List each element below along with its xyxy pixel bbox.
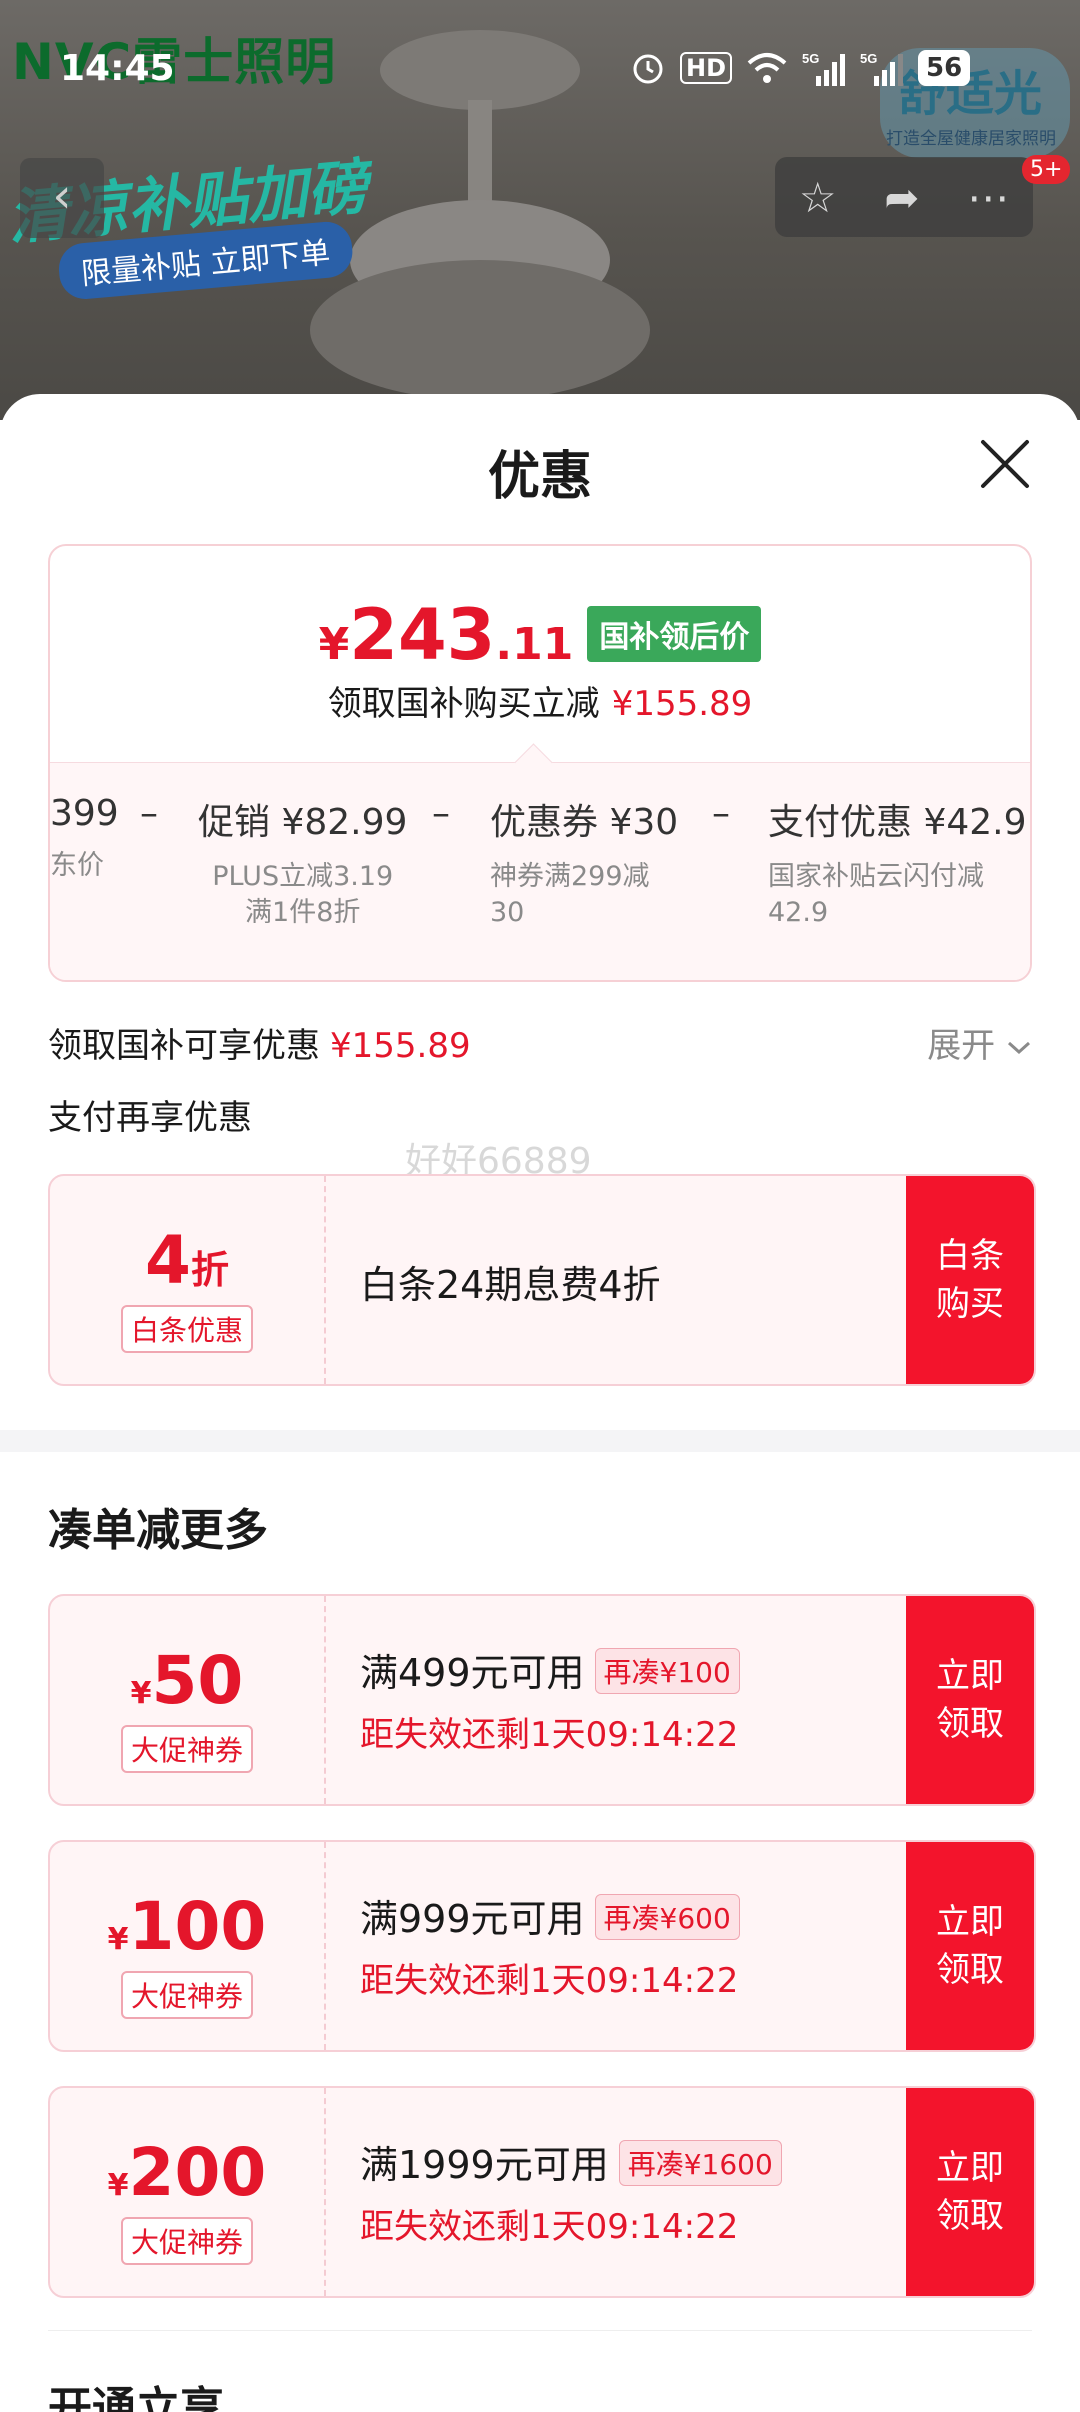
coupon-condition: 满999元可用 再凑¥600 [360,1888,740,1943]
coupon-info: 满499元可用 再凑¥100 距失效还剩1天09:14:22 [360,1642,740,1756]
coupon-divider [324,1596,326,1804]
svg-text:5G: 5G [802,51,819,66]
minus-sign: – [712,793,730,834]
baitiao-text: 白条24期息费4折 [360,1263,661,1307]
coupon-countdown: 距失效还剩1天09:14:22 [360,1961,739,2001]
back-button[interactable]: ‹ [20,158,104,238]
coupon-info: 满1999元可用 再凑¥1600 距失效还剩1天09:14:22 [360,2134,782,2248]
coupon-condition: 满499元可用 再凑¥100 [360,1642,740,1697]
signal-5g-icon: 5G [802,51,846,86]
subsidy-amount: ¥155.89 [611,684,753,724]
star-icon[interactable]: ☆ [799,173,837,222]
close-icon[interactable] [975,434,1035,494]
coupon-condition: 满1999元可用 再凑¥1600 [360,2134,782,2189]
discount-sheet: 优惠 ¥243.11 国补领后价 领取国补购买立减 ¥155.89 399 东价 … [0,394,1080,2412]
chevron-down-icon [1007,1041,1031,1054]
coupon-gap-tag: 再凑¥600 [594,1894,740,1940]
claim-coupon-button[interactable]: 立即领取 [906,2088,1034,2296]
coupon-divider [324,1842,326,2050]
breakdown-notch [514,743,553,782]
coupon-countdown: 距失效还剩1天09:14:22 [360,1715,739,1755]
section-divider [0,1430,1080,1452]
wifi-icon [747,53,787,83]
coupon-tag: 大促神券 [120,1725,253,1773]
breakdown-item: 399 东价 [50,793,119,881]
minus-sign: – [140,793,158,834]
coupon-divider [324,2088,326,2296]
baitiao-left: 4折 白条优惠 [50,1176,324,1384]
section-title: 凑单减更多 [48,1505,268,1556]
price-breakdown[interactable]: 399 东价 – 促销 ¥82.99 PLUS立减3.19 满1件8折 – 优惠… [50,743,1030,980]
baitiao-value: 4折 [145,1222,229,1299]
divider-line [48,2330,1032,2331]
minus-sign: – [432,793,450,834]
coupon-tag: 大促神券 [120,2217,253,2265]
next-section-title: 开通立享 [48,2383,224,2412]
coupon-card: ¥200 大促神券 满1999元可用 再凑¥1600 距失效还剩1天09:14:2… [48,2086,1036,2298]
chevron-left-icon: ‹ [52,168,72,224]
top-action-group: ☆ ➦ ⋯ [775,157,1033,237]
coupon-value: ¥100 [107,1888,267,1965]
hd-icon: HD [680,52,733,84]
message-count-badge: 5+ [1022,155,1071,184]
coupon-card: ¥50 大促神券 满499元可用 再凑¥100 距失效还剩1天09:14:22 立… [48,1594,1036,1806]
baitiao-tag: 白条优惠 [120,1305,253,1353]
status-bar: 14:45 HD 5G 5G 56 [0,0,1080,140]
share-icon[interactable]: ➦ [884,173,919,222]
coupon-value: ¥50 [130,1642,244,1719]
coupon-gap-tag: 再凑¥100 [594,1648,740,1694]
expand-button[interactable]: 展开 [927,1018,1032,1067]
status-time: 14:45 [60,48,175,89]
subsidy-info-row: 领取国补可享优惠 ¥155.89 [48,1026,471,1066]
pay-discount-label: 支付再享优惠 [48,1098,252,1138]
coupon-left: ¥100 大促神券 [50,1842,324,2050]
coupon-info: 满999元可用 再凑¥600 距失效还剩1天09:14:22 [360,1888,740,2002]
alarm-icon [633,54,663,84]
claim-coupon-button[interactable]: 立即领取 [906,1842,1034,2050]
price-card: ¥243.11 国补领后价 领取国补购买立减 ¥155.89 399 东价 – 促… [48,544,1032,982]
status-icons: HD 5G 5G 56 [630,50,971,86]
breakdown-item: 促销 ¥82.99 PLUS立减3.19 满1件8折 [198,802,408,928]
more-icon[interactable]: ⋯ [967,173,1009,222]
price-tag: 国补领后价 [587,606,762,662]
coupon-card: ¥100 大促神券 满999元可用 再凑¥600 距失效还剩1天09:14:22 … [48,1840,1036,2052]
price-line: ¥243.11 国补领后价 [50,594,1030,676]
coupon-left: ¥50 大促神券 [50,1596,324,1804]
svg-text:5G: 5G [860,51,877,66]
coupon-divider [324,1176,326,1384]
subsidy-info-value: ¥155.89 [330,1026,471,1066]
coupon-tag: 大促神券 [120,1971,253,2019]
breakdown-item: 支付优惠 ¥42.9 国家补贴云闪付减 42.9 [768,802,1027,928]
sheet-title: 优惠 [487,447,592,507]
coupon-gap-tag: 再凑¥1600 [618,2140,782,2186]
battery-indicator: 56 [918,50,971,86]
coupon-value: ¥200 [107,2134,267,2211]
coupon-left: ¥200 大促神券 [50,2088,324,2296]
baitiao-buy-button[interactable]: 白条购买 [906,1176,1034,1384]
claim-coupon-button[interactable]: 立即领取 [906,1596,1034,1804]
subsidy-line: 领取国补购买立减 ¥155.89 [327,684,753,724]
baitiao-card: 4折 白条优惠 白条24期息费4折 白条购买 [48,1174,1036,1386]
breakdown-item: 优惠券 ¥30 神券满299减 30 [490,802,679,928]
signal-5g-icon: 5G [860,51,904,86]
coupon-countdown: 距失效还剩1天09:14:22 [360,2207,739,2247]
final-price: ¥243.11 [318,594,574,676]
